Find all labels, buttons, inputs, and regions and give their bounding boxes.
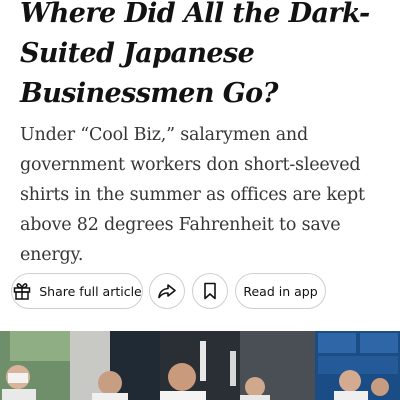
article-headline: Where Did All the Dark-Suited Japanese B… bbox=[20, 0, 370, 109]
read-in-app-label: Read in app bbox=[243, 283, 318, 299]
share-full-article-label: Share full article bbox=[39, 283, 142, 299]
article-summary: Under “Cool Biz,” salarymen and governme… bbox=[20, 125, 365, 265]
article-lead-photo bbox=[0, 331, 400, 400]
gift-icon bbox=[12, 281, 32, 301]
bookmark-icon bbox=[200, 281, 220, 301]
lead-photo-image bbox=[0, 331, 400, 400]
share-full-article-button[interactable]: Share full article bbox=[11, 273, 143, 309]
save-article-button[interactable] bbox=[192, 273, 228, 309]
read-in-app-button[interactable]: Read in app bbox=[235, 273, 326, 309]
forward-share-button[interactable] bbox=[149, 273, 185, 309]
forward-arrow-icon bbox=[157, 281, 177, 301]
